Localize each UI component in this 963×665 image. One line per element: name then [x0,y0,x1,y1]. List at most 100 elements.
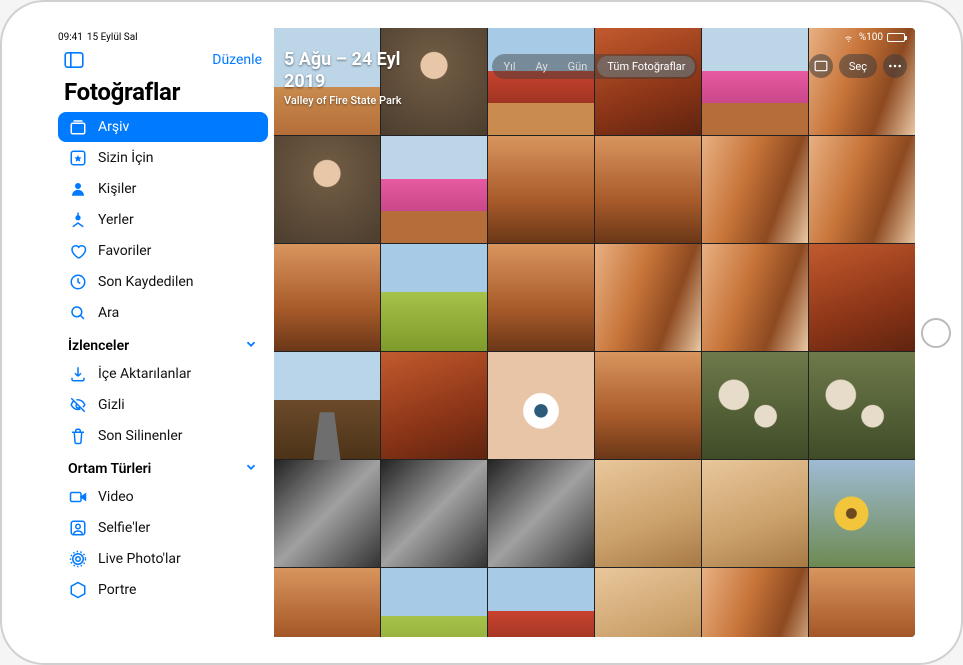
photo-thumbnail[interactable] [274,568,380,637]
photo-thumbnail[interactable] [595,568,701,637]
photo-thumbnail[interactable] [274,244,380,351]
photo-grid-area: 5 Ağu – 24 Eyl 2019 Valley of Fire State… [274,28,915,637]
photo-thumbnail[interactable] [702,460,808,567]
sidebar-item-gizli[interactable]: Gizli [58,390,268,420]
sidebar-section-header[interactable]: Ortam Türleri [58,452,268,482]
portrait-icon [68,580,88,600]
photo-thumbnail[interactable] [809,568,915,637]
sidebar-item-yerler[interactable]: Yerler [58,205,268,235]
sidebar-item-ki-iler[interactable]: Kişiler [58,174,268,204]
sidebar-item-i-e-aktar-lanlar[interactable]: İçe Aktarılanlar [58,359,268,389]
chevron-down-icon [244,460,258,478]
for-you-icon [68,148,88,168]
wifi-icon [842,33,855,43]
photo-thumbnail[interactable] [809,244,915,351]
sidebar-item-label: Yerler [98,212,134,228]
clock-icon [68,272,88,292]
sidebar-item-video[interactable]: Video [58,482,268,512]
livephoto-icon [68,549,88,569]
photo-thumbnail[interactable] [274,136,380,243]
photo-thumbnail[interactable] [488,352,594,459]
home-button[interactable] [921,318,951,348]
sidebar-item-label: Selfie'ler [98,520,150,536]
more-button[interactable] [883,54,907,78]
heart-icon [68,241,88,261]
view-mode-segmented[interactable]: YılAyGünTüm Fotoğraflar [492,54,698,79]
sidebar-item-label: İçe Aktarılanlar [98,366,191,382]
segment-t-m-foto-raflar[interactable]: Tüm Fotoğraflar [597,56,695,77]
selfie-icon [68,518,88,538]
photo-thumbnail[interactable] [274,460,380,567]
photo-thumbnail[interactable] [488,136,594,243]
status-time: 09:41 [58,32,83,43]
sidebar-section-title: Ortam Türleri [68,461,151,477]
photo-thumbnail[interactable] [595,244,701,351]
sidebar-item-label: Son Silinenler [98,428,183,444]
battery-icon [887,33,905,42]
trash-icon [68,426,88,446]
photo-thumbnail[interactable] [381,136,487,243]
photo-thumbnail[interactable] [809,352,915,459]
photo-thumbnail[interactable] [809,460,915,567]
segment-ay[interactable]: Ay [526,56,558,77]
sidebar-item-ar-iv[interactable]: Arşiv [58,112,268,142]
aspect-icon [814,60,828,72]
photo-thumbnail[interactable] [381,352,487,459]
sidebar-section-title: İzlenceler [68,338,129,354]
status-date: 15 Eylül Sal [87,32,138,43]
photo-thumbnail[interactable] [488,568,594,637]
import-icon [68,364,88,384]
sidebar-item-son-kaydedilen[interactable]: Son Kaydedilen [58,267,268,297]
photo-thumbnail[interactable] [595,460,701,567]
sidebar-section-header[interactable]: İzlenceler [58,329,268,359]
sidebar-item-label: Favoriler [98,243,151,259]
hidden-icon [68,395,88,415]
photo-thumbnail[interactable] [381,568,487,637]
sidebar-item-son-silinenler[interactable]: Son Silinenler [58,421,268,451]
photo-thumbnail[interactable] [595,352,701,459]
location-label: Valley of Fire State Park [284,94,905,107]
sidebar: Düzenle Fotoğraflar Arşiv Sizin İçin Kişil… [48,28,274,637]
photo-thumbnail[interactable] [702,244,808,351]
toggle-sidebar-button[interactable] [62,48,86,72]
sidebar-item-ara[interactable]: Ara [58,298,268,328]
photo-thumbnail[interactable] [809,136,915,243]
sidebar-item-label: Video [98,489,134,505]
sidebar-item-label: Gizli [98,397,125,413]
status-bar-right: %100 [842,32,905,43]
photo-thumbnail[interactable] [488,244,594,351]
photo-thumbnail[interactable] [274,352,380,459]
photo-thumbnail[interactable] [381,460,487,567]
sidebar-item-selfie-ler[interactable]: Selfie'ler [58,513,268,543]
status-bar-left: 09:41 15 Eylül Sal [58,32,138,43]
aspect-toggle-button[interactable] [809,54,833,78]
library-icon [68,117,88,137]
sidebar-item-live-photo-lar[interactable]: Live Photo'lar [58,544,268,574]
sidebar-item-label: Live Photo'lar [98,551,181,567]
segment-y-l[interactable]: Yıl [494,56,526,77]
edit-button[interactable]: Düzenle [212,52,262,68]
photo-thumbnail[interactable] [702,568,808,637]
sidebar-item-favoriler[interactable]: Favoriler [58,236,268,266]
sidebar-icon [64,52,84,68]
photo-thumbnail[interactable] [381,244,487,351]
sidebar-item-portre[interactable]: Portre [58,575,268,605]
video-icon [68,487,88,507]
grid-controls: Seç [809,54,907,78]
select-button[interactable]: Seç [839,54,877,78]
photo-thumbnail[interactable] [595,136,701,243]
sidebar-item-label: Sizin İçin [98,150,154,166]
photo-thumbnail[interactable] [488,460,594,567]
sidebar-item-label: Kişiler [98,181,136,197]
sidebar-item-label: Arşiv [98,119,129,135]
photo-thumbnail[interactable] [702,136,808,243]
sidebar-title: Fotoğraflar [58,74,268,112]
sidebar-item-sizin-i-in[interactable]: Sizin İçin [58,143,268,173]
sidebar-item-label: Ara [98,305,119,321]
ellipsis-icon [888,64,902,68]
photo-thumbnail[interactable] [702,352,808,459]
photo-grid[interactable] [274,28,915,637]
search-icon [68,303,88,323]
segment-g-n[interactable]: Gün [558,56,598,77]
sidebar-item-label: Portre [98,582,136,598]
